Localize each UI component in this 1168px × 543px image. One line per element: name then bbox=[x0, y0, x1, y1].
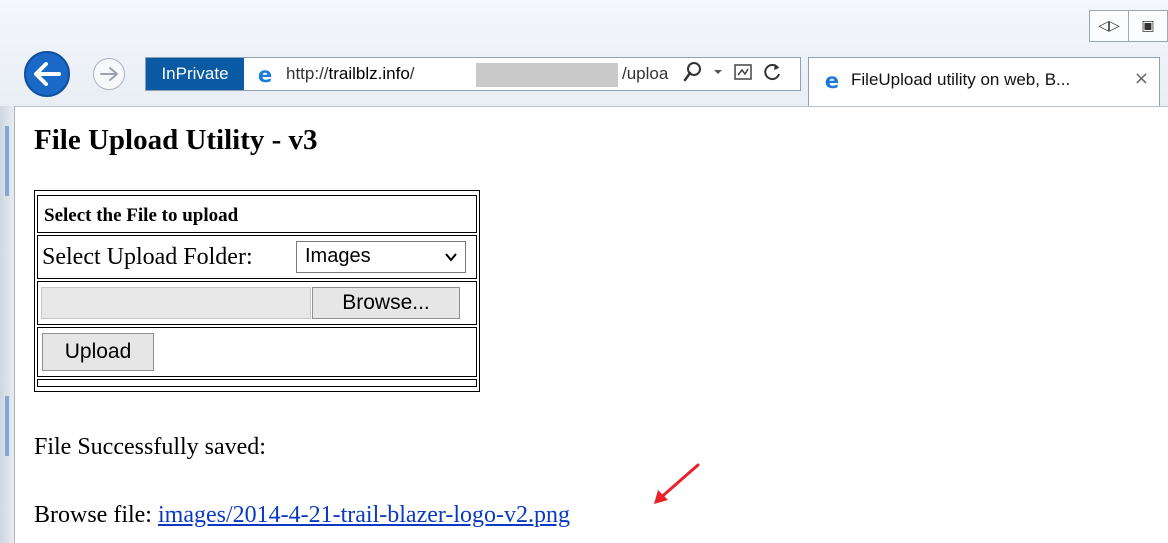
url-domain: trailblz.info bbox=[328, 64, 410, 83]
url-text[interactable]: http://trailblz.info/ bbox=[286, 64, 415, 84]
inprivate-badge: InPrivate bbox=[146, 58, 244, 90]
ie-logo-icon: e bbox=[257, 63, 273, 87]
page-content: File Upload Utility - v3 Select the File… bbox=[34, 118, 1154, 528]
search-icon[interactable] bbox=[683, 61, 703, 83]
saved-message: File Successfully saved: bbox=[34, 434, 266, 460]
folder-selected-value: Images bbox=[305, 245, 371, 267]
reading-view-icon[interactable]: ◁▷ bbox=[1089, 10, 1129, 42]
form-header: Select the File to upload bbox=[44, 205, 239, 226]
close-icon[interactable]: × bbox=[1134, 68, 1149, 89]
forward-arrow-icon bbox=[100, 67, 118, 81]
browse-file-label: Browse file: bbox=[34, 502, 152, 528]
browse-button[interactable]: Browse... bbox=[312, 287, 460, 319]
back-button[interactable] bbox=[24, 51, 70, 97]
url-slash: / bbox=[409, 64, 415, 83]
folder-label: Select Upload Folder: bbox=[42, 244, 253, 270]
frame-accent bbox=[5, 396, 9, 456]
browser-tab[interactable]: e FileUpload utility on web, B... × bbox=[808, 57, 1160, 106]
page-title: File Upload Utility - v3 bbox=[34, 124, 318, 156]
empty-row bbox=[37, 379, 477, 387]
url-tail: /uploa bbox=[622, 64, 669, 83]
tab-title: FileUpload utility on web, B... bbox=[851, 70, 1071, 89]
annotation-arrow-icon bbox=[654, 463, 700, 504]
upload-form-table: Select the File to upload Select Upload … bbox=[34, 190, 480, 392]
upload-button[interactable]: Upload bbox=[42, 333, 154, 371]
uploaded-file-link[interactable]: images/2014-4-21-trail-blazer-logo-v2.pn… bbox=[158, 502, 570, 528]
compat-view-icon[interactable] bbox=[733, 62, 753, 82]
ie-logo-icon: e bbox=[824, 69, 840, 93]
upload-row: Upload bbox=[37, 327, 477, 377]
refresh-icon[interactable] bbox=[763, 62, 783, 82]
upload-folder-select[interactable]: Images bbox=[296, 241, 466, 273]
tab-list-icon[interactable]: ▣ bbox=[1128, 10, 1168, 42]
window-frame-left bbox=[0, 106, 15, 543]
address-bar[interactable]: InPrivate e http://trailblz.info/ /uploa bbox=[145, 57, 801, 91]
file-path-field[interactable] bbox=[41, 287, 311, 319]
forward-button[interactable] bbox=[93, 58, 125, 90]
chevron-down-icon bbox=[445, 253, 457, 262]
frame-accent bbox=[5, 126, 9, 196]
browser-chrome: ◁▷ ▣ InPrivate e http://trailblz.info/ /… bbox=[0, 0, 1168, 107]
url-prefix: http:// bbox=[286, 64, 329, 83]
window-buttons: ◁▷ ▣ bbox=[1089, 10, 1168, 42]
browse-file-line: Browse file: images/2014-4-21-trail-blaz… bbox=[34, 502, 570, 529]
file-row: Browse... bbox=[37, 281, 477, 325]
back-arrow-icon bbox=[34, 62, 61, 86]
url-redacted bbox=[476, 63, 618, 87]
folder-row: Select Upload Folder: Images bbox=[37, 235, 477, 279]
dropdown-icon[interactable] bbox=[713, 68, 723, 76]
address-icons bbox=[683, 61, 783, 83]
form-header-cell: Select the File to upload bbox=[37, 195, 477, 233]
